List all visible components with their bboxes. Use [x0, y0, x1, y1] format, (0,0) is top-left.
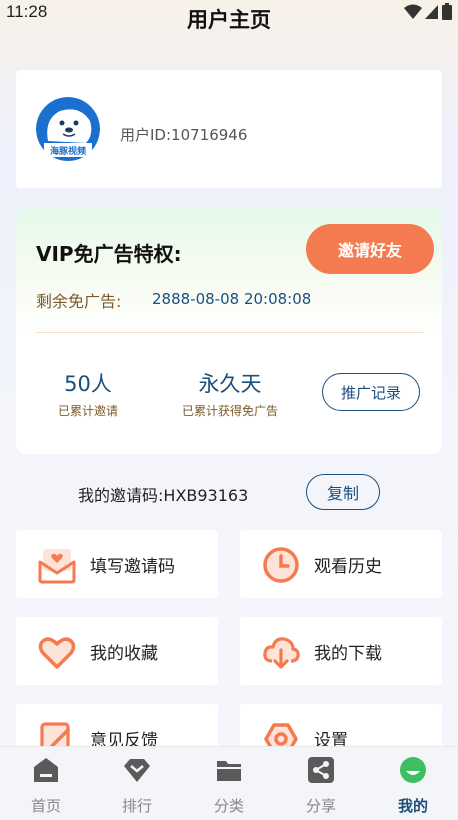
share-icon [308, 757, 334, 783]
vip-divider [36, 332, 424, 333]
invited-count: 50人 [64, 372, 112, 396]
tab-label: 排行 [121, 797, 152, 815]
tab-label: 分享 [305, 797, 336, 815]
menu-my-favorites[interactable]: 我的收藏 [16, 617, 218, 685]
remain-ad-free-label: 剩余免广告: [36, 292, 122, 311]
menu-my-downloads[interactable]: 我的下载 [240, 617, 442, 685]
remain-ad-free-date: 2888-08-08 20:08:08 [152, 290, 312, 308]
profile-icon [400, 757, 426, 783]
tab-label: 分类 [213, 797, 244, 815]
clock-icon [263, 547, 299, 583]
menu-label: 我的下载 [314, 644, 382, 664]
vip-card: VIP免广告特权: 邀请好友 剩余免广告: 2888-08-08 20:08:0… [16, 208, 442, 454]
menu-enter-invite-code[interactable]: 填写邀请码 [16, 530, 218, 598]
envelope-heart-icon [38, 549, 76, 584]
invited-count-label: 已累计邀请 [57, 404, 118, 418]
menu-label: 填写邀请码 [90, 557, 175, 577]
tab-mine[interactable]: 我的 [367, 747, 458, 820]
ad-free-days-label: 已累计获得免广告 [181, 404, 278, 418]
avatar[interactable]: 海豚视频 [36, 97, 100, 161]
menu-label: 观看历史 [314, 557, 382, 577]
cloud-download-icon [263, 637, 300, 669]
bottom-tab-bar: 首页 排行 分类 分享 我的 [0, 746, 458, 820]
invite-friends-button[interactable]: 邀请好友 [306, 224, 434, 274]
tab-share[interactable]: 分享 [275, 747, 367, 820]
svg-text:海豚视频: 海豚视频 [50, 145, 86, 157]
invite-code-value: HXB93163 [163, 486, 249, 505]
seal-logo-icon: 海豚视频 [36, 97, 100, 161]
tab-category[interactable]: 分类 [183, 747, 275, 820]
ranking-icon [124, 759, 150, 782]
tab-label: 我的 [397, 797, 428, 815]
home-icon [34, 758, 58, 782]
profile-card[interactable]: 海豚视频 用户ID:10716946 [16, 70, 442, 188]
tab-label: 首页 [30, 797, 61, 815]
invite-code-label: 我的邀请码: [78, 486, 164, 505]
copy-button[interactable]: 复制 [306, 474, 380, 510]
menu-label: 我的收藏 [90, 644, 158, 664]
invite-code-row: 我的邀请码:HXB93163 [78, 482, 248, 506]
vip-title: VIP免广告特权: [36, 242, 182, 266]
user-id-label: 用户ID:10716946 [120, 126, 248, 144]
promotion-record-button[interactable]: 推广记录 [322, 373, 420, 411]
tab-home[interactable]: 首页 [0, 747, 92, 820]
heart-icon [38, 637, 76, 669]
tab-ranking[interactable]: 排行 [91, 747, 183, 820]
ad-free-days: 永久天 [198, 372, 262, 396]
menu-watch-history[interactable]: 观看历史 [240, 530, 442, 598]
folder-icon [217, 761, 241, 781]
page-title: 用户主页 [187, 8, 271, 32]
